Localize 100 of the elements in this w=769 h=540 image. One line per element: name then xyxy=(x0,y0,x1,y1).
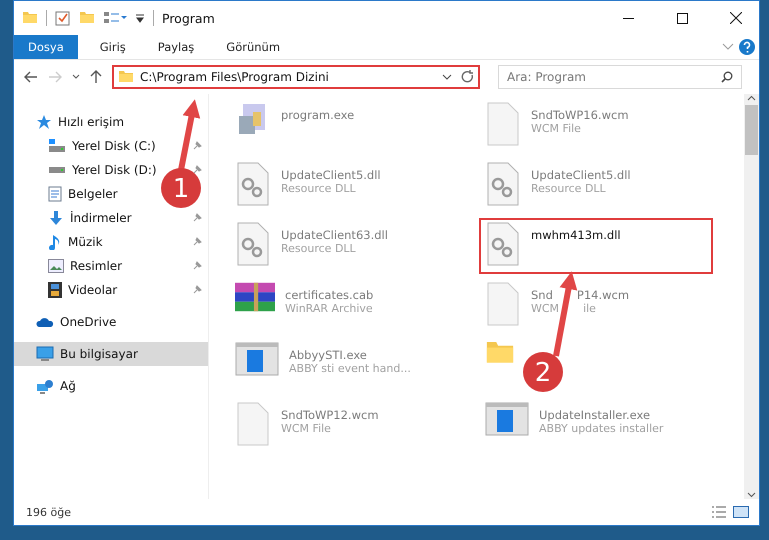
file-name[interactable]: SndToWP12.wcm xyxy=(281,408,379,422)
maximize-icon xyxy=(676,12,688,24)
pin-icon[interactable] xyxy=(192,213,202,223)
cloud-icon xyxy=(36,316,54,328)
pin-icon[interactable] xyxy=(192,165,202,175)
picture-icon xyxy=(48,259,64,273)
up-button[interactable] xyxy=(90,70,102,84)
search-icon xyxy=(721,71,733,83)
sidebar-item[interactable]: İndirmeler xyxy=(14,206,208,230)
file-item[interactable]: UpdateClient63.dll Resource DLL xyxy=(229,218,390,274)
recent-button[interactable] xyxy=(72,74,80,80)
pin-icon[interactable] xyxy=(192,237,202,247)
archive-icon xyxy=(235,282,275,312)
sidebar-item[interactable]: Bu bilgisayar xyxy=(14,342,208,366)
file-icon xyxy=(235,402,271,446)
settings-file-icon xyxy=(485,222,521,266)
film-icon xyxy=(48,282,62,298)
file-name[interactable]: mwhm413m.dll xyxy=(531,228,621,242)
back-button[interactable] xyxy=(24,71,38,83)
file-item[interactable]: Snd P14.wcm WCM ile xyxy=(479,278,632,334)
application-icon xyxy=(485,402,529,436)
file-item[interactable]: UpdateInstaller.exe ABBY updates installer xyxy=(479,398,666,454)
settings-file-icon xyxy=(235,162,271,206)
file-type: Resource DLL xyxy=(281,242,357,255)
file-type: WinRAR Archive xyxy=(285,302,374,315)
properties-icon[interactable] xyxy=(55,10,71,26)
ribbon-tab[interactable]: Görünüm xyxy=(212,35,294,59)
sidebar-item[interactable]: Videolar xyxy=(14,278,208,302)
annotation-arrow xyxy=(178,99,200,171)
file-name[interactable]: UpdateClient5.dll xyxy=(531,168,631,182)
scroll-down-icon[interactable] xyxy=(747,490,756,499)
file-type: Resource DLL xyxy=(281,182,357,195)
item-count: 196 öğe xyxy=(26,506,71,518)
file-item[interactable]: SndToWP12.wcm WCM File xyxy=(229,398,381,454)
network-icon xyxy=(36,378,54,394)
file-name[interactable]: Snd xyxy=(531,288,553,302)
file-name[interactable]: P14.wcm xyxy=(576,288,630,302)
file-name[interactable]: program.exe xyxy=(281,108,354,122)
tiles-view-icon[interactable] xyxy=(733,505,749,519)
view-options-icon[interactable] xyxy=(103,10,127,26)
scroll-up-icon[interactable] xyxy=(747,94,756,103)
file-type: WCM File xyxy=(281,422,332,435)
file-item[interactable]: UpdateClient5.dll Resource DLL xyxy=(479,158,633,214)
pin-icon[interactable] xyxy=(192,141,202,151)
folder-icon xyxy=(118,71,134,83)
file-type: Resource DLL xyxy=(531,182,607,195)
file-type: ile xyxy=(583,302,596,315)
search-field[interactable]: Ara: Program xyxy=(498,65,742,89)
file-item[interactable]: UpdateClient5.dll Resource DLL xyxy=(229,158,383,214)
application-icon xyxy=(235,342,279,376)
file-item[interactable]: AbbyySTI.exe ABBY sti event hand... xyxy=(229,338,413,394)
details-view-icon[interactable] xyxy=(711,505,727,519)
file-type: ABBY updates installer xyxy=(539,422,664,435)
dropdown-icon[interactable] xyxy=(135,13,145,23)
download-icon xyxy=(48,210,64,226)
scroll-thumb[interactable] xyxy=(745,105,758,155)
ribbon-tab[interactable]: Paylaş xyxy=(144,35,208,59)
sidebar-item[interactable]: OneDrive xyxy=(14,310,120,334)
pin-icon[interactable] xyxy=(192,285,202,295)
file-type: ABBY sti event hand... xyxy=(289,362,411,375)
sidebar-item[interactable]: Hızlı erişim xyxy=(14,110,128,134)
settings-file-icon xyxy=(235,222,271,266)
ribbon-tab[interactable]: Giriş xyxy=(86,35,140,59)
file-icon xyxy=(485,282,521,326)
sidebar-item[interactable]: Belgeler xyxy=(14,182,122,206)
settings-file-icon xyxy=(485,162,521,206)
file-item[interactable]: certificates.cab WinRAR Archive xyxy=(229,278,376,334)
chevron-down-icon[interactable] xyxy=(442,73,452,81)
sidebar-item[interactable]: Resimler xyxy=(14,254,208,278)
up-arrow-icon xyxy=(90,70,102,84)
sidebar-item[interactable]: Yerel Disk (C:) xyxy=(14,134,208,158)
step-badge: 1 xyxy=(161,168,201,208)
address-bar[interactable]: C:\Program Files\Program Dizini xyxy=(112,65,480,89)
drive-icon xyxy=(48,166,66,174)
file-name[interactable]: UpdateClient5.dll xyxy=(281,168,381,182)
folder-icon xyxy=(485,342,515,364)
folder-icon xyxy=(22,12,38,24)
file-type: WCM File xyxy=(531,122,582,135)
file-item[interactable]: mwhm413m.dll xyxy=(479,218,713,274)
chevron-down-icon xyxy=(72,74,80,80)
file-item[interactable]: SndToWP16.wcm WCM File xyxy=(479,98,631,154)
file-name[interactable]: AbbyySTI.exe xyxy=(289,348,411,362)
file-icon xyxy=(485,102,521,146)
step-badge: 2 xyxy=(523,352,563,392)
file-name[interactable]: UpdateInstaller.exe xyxy=(539,408,664,422)
close-icon xyxy=(730,12,742,24)
new-folder-icon xyxy=(79,12,95,24)
star-icon xyxy=(36,114,52,130)
music-note-icon xyxy=(48,234,62,250)
file-name[interactable]: SndToWP16.wcm xyxy=(531,108,629,122)
sidebar-item[interactable]: Ağ xyxy=(14,374,80,398)
file-name[interactable]: certificates.cab xyxy=(285,288,374,302)
scrollbar[interactable] xyxy=(744,94,759,499)
file-item[interactable]: program.exe xyxy=(229,98,356,154)
pin-icon[interactable] xyxy=(192,261,202,271)
forward-arrow-icon xyxy=(48,71,62,83)
file-name[interactable]: UpdateClient63.dll xyxy=(281,228,388,242)
sidebar-item[interactable]: Müzik xyxy=(14,230,208,254)
ribbon-tab[interactable]: Dosya xyxy=(14,35,78,59)
document-icon xyxy=(48,186,62,202)
